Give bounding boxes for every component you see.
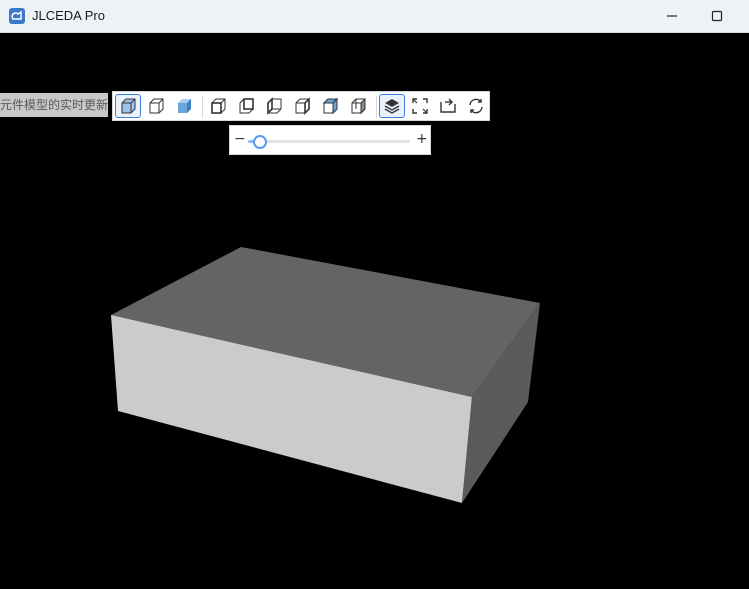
3d-model [111, 247, 540, 503]
realtime-update-hint: 元件模型的实时更新 [0, 93, 108, 117]
slider-handle[interactable] [253, 135, 268, 149]
view-front-button[interactable] [205, 94, 231, 118]
view-right-button[interactable] [289, 94, 315, 118]
slider-plus-button[interactable]: + [416, 131, 428, 147]
slider-minus-button[interactable]: − [234, 131, 246, 147]
slider-panel: − + [229, 125, 431, 155]
fullscreen-icon [412, 98, 428, 114]
cube-left-icon [267, 97, 282, 115]
cube-bottom-icon [351, 97, 366, 115]
view-toolbar [112, 91, 490, 121]
view-bottom-button[interactable] [345, 94, 371, 118]
view-iso-shaded-button[interactable] [115, 94, 141, 118]
view-back-button[interactable] [233, 94, 259, 118]
cube-back-icon [239, 98, 254, 114]
cube-front-icon [211, 98, 226, 114]
cube-shaded-icon [121, 98, 136, 114]
toolbar-separator [376, 96, 377, 118]
view-iso-wire-button[interactable] [143, 94, 169, 118]
cube-outline-icon [149, 98, 164, 114]
view-left-button[interactable] [261, 94, 287, 118]
view-iso-solid-button[interactable] [171, 94, 197, 118]
flip-button[interactable] [435, 94, 461, 118]
fit-view-button[interactable] [407, 94, 433, 118]
refresh-button[interactable] [463, 94, 489, 118]
toolbar-separator [202, 96, 203, 118]
cube-right-icon [295, 97, 310, 115]
cube-solid-icon [178, 99, 191, 113]
flip-arrow-icon [440, 98, 456, 113]
layers-icon [384, 99, 400, 114]
refresh-icon [469, 98, 483, 114]
view-top-button[interactable] [317, 94, 343, 118]
layers-button[interactable] [379, 94, 405, 118]
slider-track[interactable] [248, 135, 410, 149]
cube-top-icon [322, 97, 339, 115]
